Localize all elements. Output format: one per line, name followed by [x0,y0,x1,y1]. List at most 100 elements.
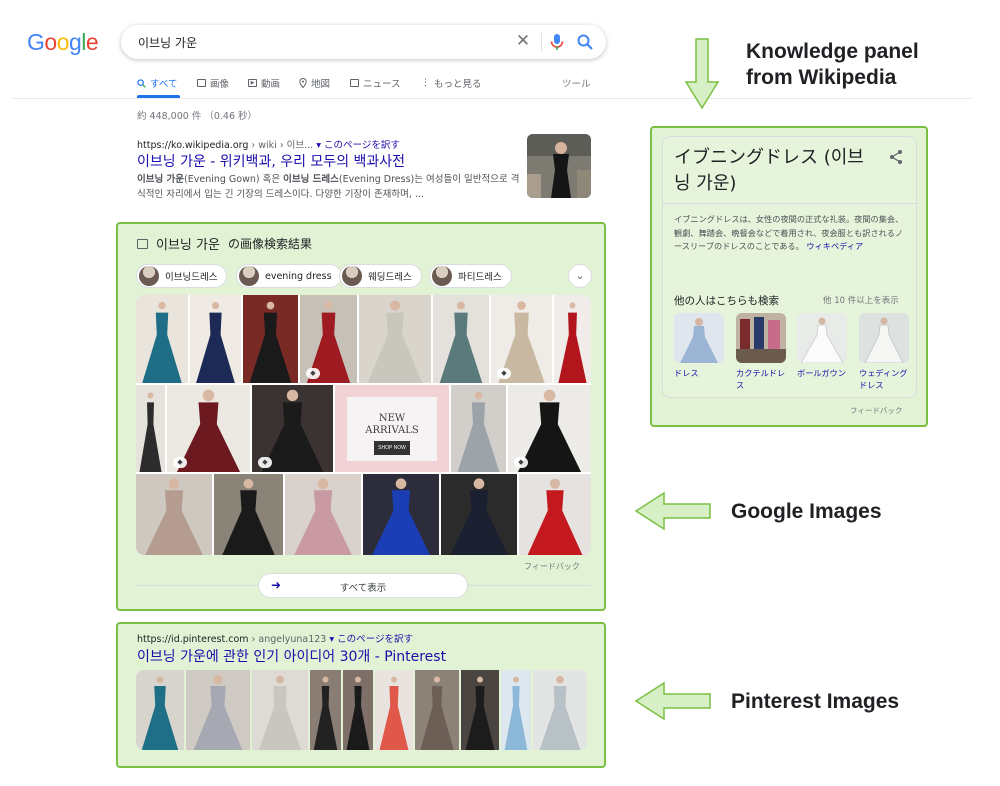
pinterest-image[interactable] [375,670,413,750]
annotated-screenshot: Google 이브닝 가운 ✕ すべて 画像 ▶ 動画 地図 ニュース ⋮ もっ… [0,0,1000,786]
related-entity[interactable]: ウェディングドレス [859,313,909,391]
image-result[interactable] [136,385,165,472]
pinterest-image-strip [136,670,587,750]
snippet-bold: 이브닝 드레스 [283,174,339,185]
result-url[interactable]: https://id.pinterest.com › angelyuna123 … [137,631,413,645]
pinterest-image[interactable] [343,670,373,750]
view-more-link[interactable]: 他 10 件以上を表示 [823,294,899,306]
annotation-line: Knowledge panel [746,40,919,63]
people-also-search-heading: 他の人はこちらも検索 [674,295,779,307]
images-heading-query[interactable]: 이브닝 가운 [156,234,220,253]
result-title[interactable]: 이브닝 가운 - 위키백과, 우리 모두의 백과사전 [137,151,405,171]
divider [136,585,258,586]
news-icon [350,79,359,87]
image-result[interactable] [190,295,241,383]
search-box[interactable]: 이브닝 가운 ✕ [121,25,606,59]
image-result[interactable]: ◆ [491,295,552,383]
share-icon[interactable] [889,149,903,165]
pinterest-image[interactable] [186,670,250,750]
tab-all[interactable]: すべて [137,76,177,90]
shopping-tag-icon: ◆ [173,457,187,468]
divider [663,203,918,204]
related-chip[interactable]: 웨딩드레스 [339,264,422,288]
snippet-bold: 이브닝 가운 [137,174,185,185]
image-result[interactable] [554,295,591,383]
image-result[interactable] [441,474,517,555]
pinterest-image[interactable] [461,670,499,750]
pinterest-image[interactable] [310,670,341,750]
wikipedia-link[interactable]: ウィキペディア [806,241,863,251]
chip-label: 파티드레스 [458,272,502,283]
knowledge-panel-description: イブニングドレスは、女性の夜間の正式な礼装。夜間の集会、観劇、舞踏会、晩餐会など… [674,213,909,254]
image-result[interactable] [451,385,506,472]
images-heading-suffix: の画像検索結果 [227,237,312,251]
more-vert-icon: ⋮ [421,78,430,88]
tab-news[interactable]: ニュース [350,76,401,90]
result-title[interactable]: 이브닝 가운에 관한 인기 아이디어 30개 - Pinterest [137,646,446,666]
image-result[interactable]: NEW ARRIVALS SHOP NOW [335,385,449,472]
image-icon [197,79,206,87]
google-logo[interactable]: Google [27,29,99,56]
translate-link[interactable]: ▾ このページを訳す [329,634,413,645]
image-result[interactable] [433,295,489,383]
knowledge-feedback-link[interactable]: フィードバック [850,405,902,416]
image-result[interactable] [359,295,431,383]
related-entity[interactable]: ボールガウン [797,313,847,379]
pinterest-image[interactable] [501,670,531,750]
translate-link[interactable]: ▾ このページを訳す [316,140,400,151]
entity-caption: ウェディングドレス [859,368,908,390]
image-result[interactable]: ◆ [252,385,333,472]
image-result[interactable] [519,474,591,555]
chip-thumbnail [432,266,452,286]
annotation-line: from Wikipedia [746,66,897,89]
tab-videos[interactable]: ▶ 動画 [248,76,280,90]
images-section-heading: 이브닝 가운 の画像検索結果 [137,234,312,253]
shop-now-label: SHOP NOW [374,441,410,455]
search-icon [137,78,146,88]
tab-label: ニュース [363,79,401,90]
shopping-tag-icon: ◆ [497,368,511,379]
search-input[interactable]: 이브닝 가운 [138,34,197,51]
image-result[interactable] [136,295,188,383]
chevron-down-icon[interactable]: ⌄ [568,264,592,288]
tab-more[interactable]: ⋮ もっと見る [421,76,482,90]
result-url[interactable]: https://ko.wikipedia.org › wiki › 이브... … [137,137,400,151]
header-divider [12,98,972,99]
pinterest-image[interactable] [533,670,587,750]
images-feedback-link[interactable]: フィードバック [524,561,580,572]
banner-line: NEW [378,413,406,424]
image-result[interactable]: ◆ [167,385,250,472]
image-result[interactable] [285,474,361,555]
result-thumbnail[interactable] [527,134,591,198]
tab-label: 画像 [210,79,230,90]
pinterest-image[interactable] [252,670,308,750]
map-pin-icon [299,78,307,88]
shopping-tag-icon: ◆ [514,457,528,468]
entity-caption: カクテルドレス [736,368,786,390]
tab-images[interactable]: 画像 [197,76,229,90]
related-entity[interactable]: ドレス [674,313,724,379]
image-result[interactable] [214,474,283,555]
result-stats: 約 448,000 件 （0.46 秒） [137,111,258,122]
image-result[interactable]: ◆ [508,385,591,472]
search-icon[interactable] [576,33,594,51]
result-domain: https://ko.wikipedia.org [137,140,249,151]
knowledge-panel: イブニングドレス (이브닝 가운) イブニングドレスは、女性の夜間の正式な礼装。… [662,136,918,398]
related-chip[interactable]: evening dress [236,264,342,288]
related-entity[interactable]: カクテルドレス [736,313,786,391]
image-result[interactable] [363,474,439,555]
image-result[interactable] [136,474,212,555]
tab-maps[interactable]: 地図 [299,76,330,90]
pinterest-image[interactable] [415,670,459,750]
related-chip[interactable]: 이브닝드레스 [136,264,228,288]
related-chip[interactable]: 파티드레스 [429,264,512,288]
clear-icon[interactable]: ✕ [514,31,532,51]
microphone-icon[interactable] [549,33,565,51]
pinterest-image[interactable] [136,670,184,750]
tools-button[interactable]: ツール [562,76,591,90]
image-result[interactable] [243,295,298,383]
image-result[interactable]: ◆ [300,295,357,383]
show-all-images-button[interactable]: ➜ すべて表示 [258,573,468,598]
arrow-down-icon [684,38,720,110]
entity-image [797,313,847,363]
